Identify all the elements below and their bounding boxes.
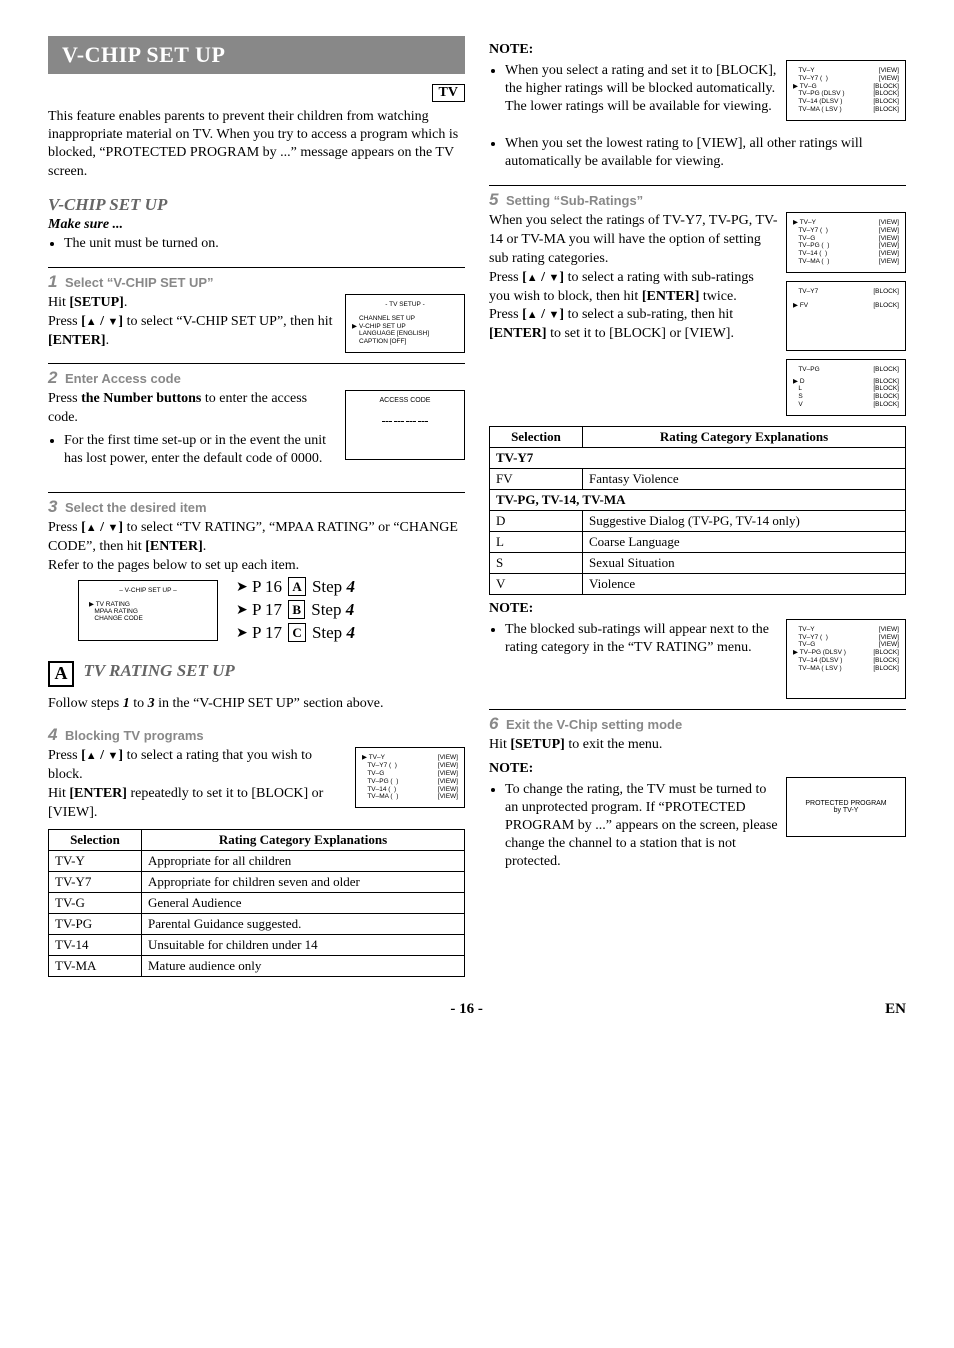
step5-title: Setting “Sub-Ratings” (506, 193, 643, 208)
down-arrow-icon (108, 748, 119, 763)
down-arrow-icon (549, 307, 560, 322)
down-arrow-icon (549, 270, 560, 285)
step1-title: Select “V-CHIP SET UP” (65, 275, 214, 290)
step3-body: Press [ / ] to select “TV RATING”, “MPAA… (48, 519, 465, 576)
rating-table-2: SelectionRating Category Explanations TV… (489, 426, 906, 595)
section-a-label: A (48, 661, 74, 687)
step3-osd: – V-CHIP SET UP – ▶ TV RATING MPAA RATIN… (78, 580, 218, 641)
up-arrow-icon (527, 270, 538, 285)
step6-title: Exit the V-Chip setting mode (506, 717, 682, 732)
make-sure-heading: Make sure ... (48, 217, 465, 233)
up-arrow-icon (527, 307, 538, 322)
make-sure-item: The unit must be turned on. (64, 235, 465, 253)
step5-num: 5 (489, 190, 498, 209)
section-banner: V-CHIP SET UP (48, 36, 465, 74)
note2-bullet: The blocked sub-ratings will appear next… (505, 621, 778, 657)
arrow-right-icon (236, 623, 248, 642)
note2-osd: TV–Y[VIEW] TV–Y7 ( )[VIEW] TV–G[VIEW] ▶ … (786, 619, 906, 699)
step5-osd1: ▶ TV–Y[VIEW] TV–Y7 ( )[VIEW] TV–G[VIEW] … (786, 212, 906, 273)
page-number: - 16 - (450, 1001, 483, 1018)
arrow-right-icon (236, 577, 248, 596)
up-arrow-icon (86, 748, 97, 763)
arrow-right-icon (236, 600, 248, 619)
up-arrow-icon (86, 520, 97, 535)
step6-bullet: To change the rating, the TV must be tur… (505, 781, 778, 872)
note2-heading: NOTE: (489, 601, 906, 617)
step3-title: Select the desired item (65, 500, 207, 515)
footer-lang: EN (885, 1001, 906, 1018)
step1-body: Hit [SETUP]. Press [ / ] to select “V-CH… (48, 294, 337, 351)
step4-osd: ▶ TV–Y[VIEW] TV–Y7 ( )[VIEW] TV–G[VIEW] … (355, 747, 465, 808)
step2-num: 2 (48, 368, 57, 387)
step4-title: Blocking TV programs (65, 728, 204, 743)
note1-osd: TV–Y[VIEW] TV–Y7 ( )[VIEW] ▶ TV–G[BLOCK]… (786, 60, 906, 121)
section-a-title: TV RATING SET UP (84, 661, 235, 680)
step2-osd: ACCESS CODE (345, 390, 465, 460)
step1-osd: - TV SETUP - CHANNEL SET UP ▶V-CHIP SET … (345, 294, 465, 353)
step5-osd3: TV–PG[BLOCK] ▶ D[BLOCK] L[BLOCK] S[BLOCK… (786, 359, 906, 416)
section-a-follow: Follow steps 1 to 3 in the “V-CHIP SET U… (48, 695, 465, 714)
down-arrow-icon (108, 520, 119, 535)
vchip-heading: V-CHIP SET UP (48, 195, 465, 215)
rating-table-1: SelectionRating Category Explanations TV… (48, 829, 465, 977)
step4-body: Press [ / ] to select a rating that you … (48, 747, 347, 823)
up-arrow-icon (86, 314, 97, 329)
step2-body: Press the Number buttons to enter the ac… (48, 390, 337, 482)
protected-program-osd: PROTECTED PROGRAM by TV-Y (786, 777, 906, 837)
tv-badge: TV (432, 84, 465, 102)
step3-num: 3 (48, 497, 57, 516)
down-arrow-icon (108, 314, 119, 329)
step3-refs: P 16 A Step 4 P 17 B Step 4 P 17 C Step … (236, 576, 355, 645)
step4-num: 4 (48, 725, 57, 744)
step5-body: When you select the ratings of TV-Y7, TV… (489, 212, 778, 344)
step1-num: 1 (48, 272, 57, 291)
step6-line1: Hit [SETUP] to exit the menu. (489, 736, 906, 755)
note-heading: NOTE: (489, 42, 906, 58)
note1-bullet2: When you set the lowest rating to [VIEW]… (505, 135, 906, 171)
step5-osd2: TV–Y7[BLOCK] ▶ FV[BLOCK] (786, 281, 906, 351)
step6-note-heading: NOTE: (489, 761, 906, 777)
step2-title: Enter Access code (65, 371, 181, 386)
intro-text: This feature enables parents to prevent … (48, 108, 465, 181)
step6-num: 6 (489, 714, 498, 733)
note1-bullet1: When you select a rating and set it to [… (505, 62, 778, 117)
